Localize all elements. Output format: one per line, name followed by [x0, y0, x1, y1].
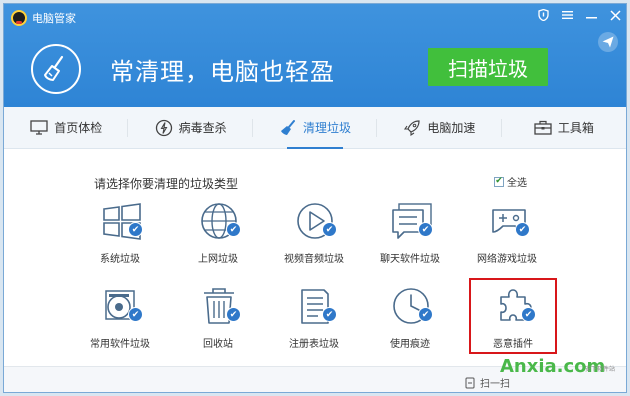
- junk-item-usage-traces[interactable]: ✔ 使用痕迹: [370, 285, 450, 355]
- junk-item-label: 使用痕迹: [390, 339, 430, 350]
- app-title: 电脑管家: [32, 12, 76, 25]
- titlebar: 电脑管家: [4, 4, 626, 30]
- checked-badge-icon: ✔: [128, 222, 143, 237]
- checked-badge-icon: ✔: [418, 222, 433, 237]
- hero-slogan: 常清理，电脑也轻盈: [110, 58, 335, 86]
- tab-toolbox[interactable]: 工具箱: [502, 107, 626, 148]
- junk-item-registry[interactable]: ✔ 注册表垃圾: [274, 285, 354, 355]
- junk-item-label: 聊天软件垃圾: [380, 254, 440, 265]
- junk-item-common-software[interactable]: ✔ 常用软件垃圾: [80, 285, 160, 355]
- footer-action-label: 扫一扫: [480, 379, 510, 390]
- tab-label: 电脑加速: [427, 121, 476, 135]
- document-icon: ✔: [294, 285, 338, 329]
- chat-icon: ✔: [390, 200, 434, 244]
- tab-speed-up[interactable]: 电脑加速: [377, 107, 502, 148]
- checked-badge-icon: ✔: [418, 307, 433, 322]
- close-icon[interactable]: [608, 8, 622, 22]
- broom-icon: [281, 119, 295, 135]
- scan-qr-link[interactable]: 扫一扫: [464, 375, 510, 390]
- highlight-box: [469, 278, 557, 354]
- tab-home-checkup[interactable]: 首页体检: [4, 107, 129, 148]
- checked-badge-icon: ✔: [226, 222, 241, 237]
- checked-badge-icon: ✔: [515, 222, 530, 237]
- windows-icon: ✔: [100, 200, 144, 244]
- junk-item-chat-software[interactable]: ✔ 聊天软件垃圾: [370, 200, 450, 270]
- junk-item-web[interactable]: ✔ 上网垃圾: [178, 200, 258, 270]
- window-controls: [536, 8, 622, 22]
- toolbox-icon: [534, 120, 552, 135]
- tab-label: 病毒查杀: [178, 121, 227, 135]
- tab-label: 清理垃圾: [303, 121, 352, 135]
- menu-icon[interactable]: [560, 8, 574, 22]
- play-icon: ✔: [294, 200, 338, 244]
- tab-clean-junk[interactable]: 清理垃圾: [253, 107, 378, 149]
- clock-icon: ✔: [390, 285, 434, 329]
- shield-icon[interactable]: [536, 8, 550, 22]
- globe-icon: ✔: [198, 200, 242, 244]
- junk-item-label: 系统垃圾: [100, 254, 140, 265]
- disc-icon: ✔: [100, 285, 144, 329]
- app-window: 电脑管家 常清理，电脑也轻盈 扫描垃圾 首页体检 病毒查杀 清理垃圾 电脑加速 …: [3, 3, 627, 393]
- junk-item-label: 回收站: [203, 339, 233, 350]
- junk-item-online-game[interactable]: ✔ 网络游戏垃圾: [467, 200, 547, 270]
- junk-item-label: 注册表垃圾: [289, 339, 339, 350]
- junk-item-label: 常用软件垃圾: [90, 339, 150, 350]
- gamepad-icon: ✔: [487, 200, 531, 244]
- lightning-icon: [155, 119, 172, 136]
- broom-circle-icon: [31, 44, 81, 94]
- select-all-label: 全选: [507, 178, 527, 189]
- paper-plane-icon[interactable]: [598, 32, 618, 52]
- watermark-caption: 安下软件站: [585, 366, 616, 373]
- tab-label: 工具箱: [557, 121, 594, 135]
- junk-item-label: 上网垃圾: [198, 254, 238, 265]
- trash-icon: ✔: [198, 285, 242, 329]
- minimize-icon[interactable]: [584, 8, 598, 22]
- checked-badge-icon: ✔: [322, 222, 337, 237]
- junk-type-prompt: 请选择你要清理的垃圾类型: [94, 177, 239, 191]
- junk-item-label: 网络游戏垃圾: [477, 254, 537, 265]
- junk-item-recycle-bin[interactable]: ✔ 回收站: [178, 285, 258, 355]
- junk-item-video-audio[interactable]: ✔ 视频音频垃圾: [274, 200, 354, 270]
- header-banner: 电脑管家 常清理，电脑也轻盈 扫描垃圾: [4, 4, 626, 107]
- tab-label: 首页体检: [54, 121, 103, 135]
- checked-badge-icon: ✔: [128, 307, 143, 322]
- select-all-checkbox[interactable]: ✔ 全选: [494, 174, 527, 189]
- monitor-icon: [30, 119, 48, 135]
- junk-item-system[interactable]: ✔ 系统垃圾: [80, 200, 160, 270]
- tab-virus-scan[interactable]: 病毒查杀: [128, 107, 253, 148]
- rocket-icon: [404, 119, 421, 136]
- checkbox-checked-icon: ✔: [494, 176, 504, 187]
- phone-icon: [465, 377, 475, 388]
- checked-badge-icon: ✔: [226, 307, 241, 322]
- scan-junk-button[interactable]: 扫描垃圾: [428, 48, 548, 86]
- main-tabs: 首页体检 病毒查杀 清理垃圾 电脑加速 工具箱: [4, 107, 626, 149]
- app-logo-icon: [11, 10, 27, 26]
- checked-badge-icon: ✔: [322, 307, 337, 322]
- junk-item-label: 视频音频垃圾: [284, 254, 344, 265]
